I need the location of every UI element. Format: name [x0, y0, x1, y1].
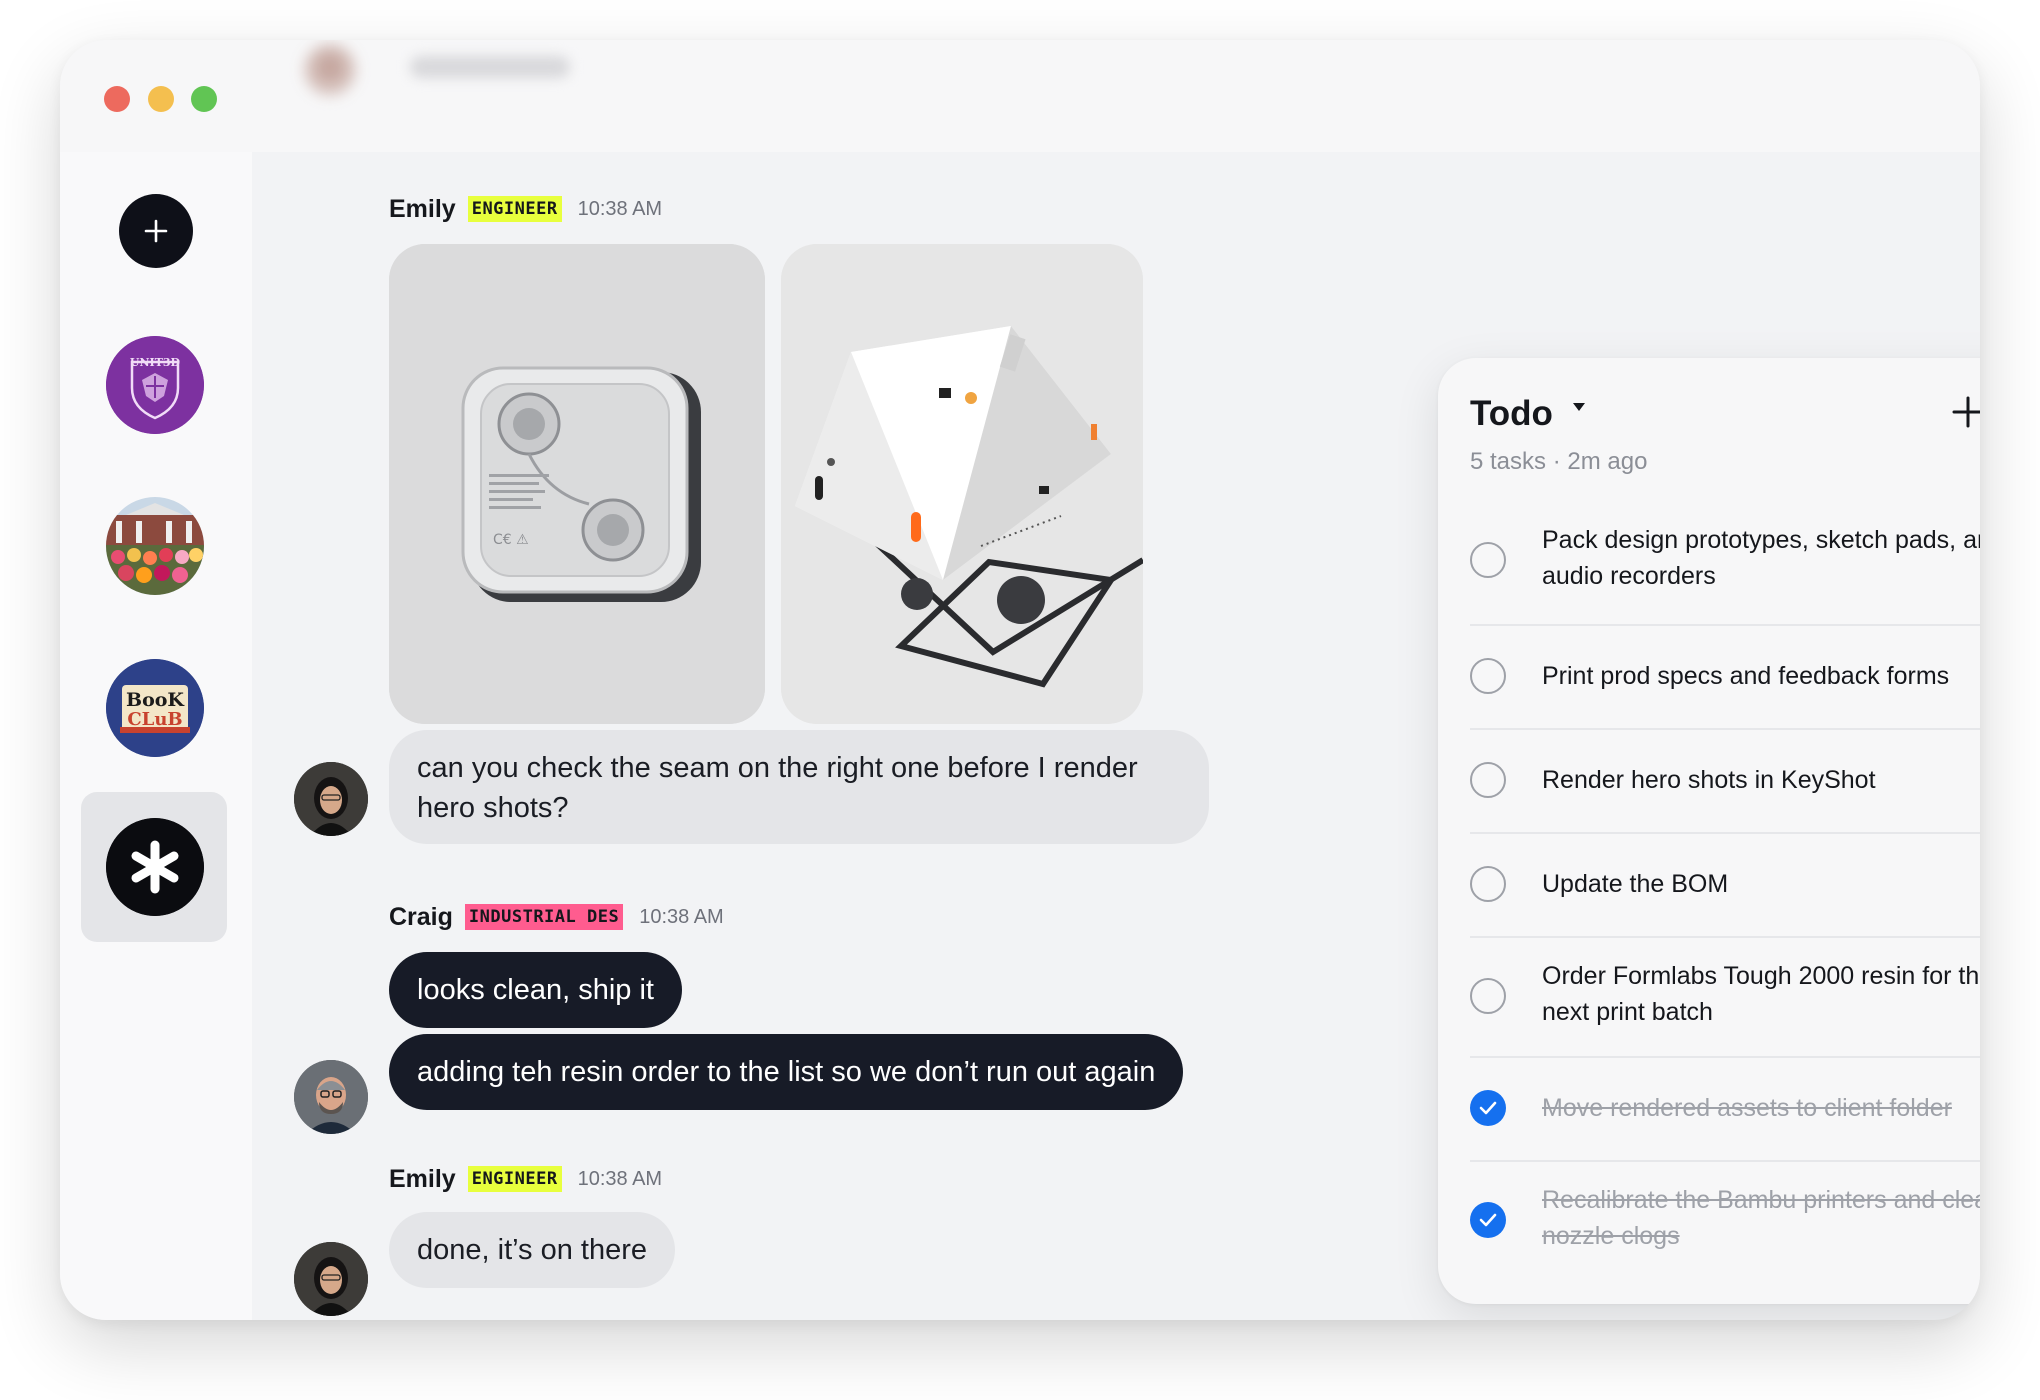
caret-down-icon[interactable] — [1572, 402, 1586, 412]
task-text: Move rendered assets to client folder — [1542, 1094, 1952, 1122]
message-bubble: adding teh resin order to the list so we… — [389, 1034, 1184, 1110]
message-bubble: can you check the seam on the right one … — [389, 730, 1209, 844]
close-window-button[interactable] — [104, 86, 130, 112]
avatar-craig[interactable] — [294, 1060, 368, 1134]
todo-item[interactable]: Print prod specs and feedback forms — [1470, 624, 1980, 730]
craig-avatar-photo — [294, 1060, 368, 1134]
todo-item[interactable]: Render hero shots in KeyShot — [1470, 728, 1980, 834]
message-header: Emily ENGINEER 10:38 AM — [389, 192, 662, 226]
avatar-emily[interactable] — [294, 762, 368, 836]
app-window: UNIT3D BooK CLuB Emily ENGINEER 10:38 AM… — [60, 40, 1980, 1320]
message-bubble: looks clean, ship it — [389, 952, 682, 1028]
message-header: Emily ENGINEER 10:38 AM — [389, 1162, 662, 1196]
task-text: Render hero shots in KeyShot — [1542, 766, 1876, 794]
timestamp: 10:38 AM — [577, 197, 663, 220]
svg-text:C€ ⚠: C€ ⚠ — [493, 532, 529, 548]
todo-item[interactable]: Update the BOM — [1470, 832, 1980, 938]
todo-item-done[interactable]: Recalibrate the Bambu printers and clear… — [1470, 1160, 1980, 1280]
todo-item[interactable]: Order Formlabs Tough 2000 resin for the … — [1470, 936, 1980, 1058]
blurred-channel-name — [410, 56, 570, 78]
server-sidebar: UNIT3D BooK CLuB — [60, 152, 252, 1320]
role-badge: ENGINEER — [467, 196, 562, 222]
asterisk-icon — [106, 818, 204, 916]
new-conversation-button[interactable] — [119, 194, 193, 268]
task-text: Update the BOM — [1542, 870, 1729, 898]
group-photo-image — [106, 497, 204, 595]
plus-icon — [144, 219, 168, 243]
svg-text:BooK: BooK — [126, 689, 185, 711]
crest-logo-icon: UNIT3D — [106, 336, 204, 434]
task-checkbox[interactable] — [1470, 542, 1506, 578]
attachment-image-clear-device[interactable]: C€ ⚠ — [389, 244, 765, 724]
server-photo-group[interactable] — [106, 497, 204, 595]
checkmark-icon — [1479, 1101, 1497, 1115]
timestamp: 10:38 AM — [639, 905, 724, 928]
todo-panel: Todo 5 tasks · 2m ago Pack design protot… — [1438, 358, 1980, 1304]
maximize-window-button[interactable] — [191, 86, 217, 112]
task-checkbox-checked[interactable] — [1470, 1090, 1506, 1126]
svg-text:CLuB: CLuB — [127, 709, 182, 730]
task-checkbox[interactable] — [1470, 866, 1506, 902]
clear-device-render: C€ ⚠ — [389, 244, 765, 724]
server-united-crest[interactable]: UNIT3D — [106, 336, 204, 434]
author-name[interactable]: Emily — [389, 1165, 456, 1194]
todo-item[interactable]: Pack design prototypes, sketch pads, and… — [1470, 496, 1980, 626]
title-bar — [60, 40, 1980, 152]
role-badge: ENGINEER — [467, 1166, 562, 1192]
crest-text: UNIT3D — [130, 356, 181, 369]
task-checkbox[interactable] — [1470, 978, 1506, 1014]
task-text: Pack design prototypes, sketch pads, and… — [1542, 526, 1980, 590]
author-name[interactable]: Emily — [389, 195, 456, 224]
task-checkbox[interactable] — [1470, 762, 1506, 798]
emily-avatar-photo — [294, 762, 368, 836]
role-badge: INDUSTRIAL DES — [464, 904, 624, 930]
minimize-window-button[interactable] — [148, 86, 174, 112]
book-club-logo-icon: BooK CLuB — [106, 659, 204, 757]
timestamp: 10:38 AM — [577, 1167, 663, 1190]
plus-icon[interactable] — [1948, 392, 1980, 432]
server-book-club[interactable]: BooK CLuB — [106, 659, 204, 757]
todo-title[interactable]: Todo — [1470, 394, 1553, 434]
server-asterisk[interactable] — [106, 818, 204, 916]
todo-subtitle: 5 tasks · 2m ago — [1470, 448, 1648, 475]
task-text: Print prod specs and feedback forms — [1542, 662, 1950, 690]
avatar-emily[interactable] — [294, 1242, 368, 1316]
task-checkbox-checked[interactable] — [1470, 1202, 1506, 1238]
task-checkbox[interactable] — [1470, 658, 1506, 694]
attachment-image-white-device[interactable] — [781, 244, 1143, 724]
todo-item-done[interactable]: Move rendered assets to client folder — [1470, 1056, 1980, 1162]
chat-area: Emily ENGINEER 10:38 AM C€ ⚠ can you che… — [252, 152, 1980, 1320]
task-text: Recalibrate the Bambu printers and clear… — [1542, 1186, 1980, 1250]
message-bubble: done, it’s on there — [389, 1212, 676, 1288]
checkmark-icon — [1479, 1213, 1497, 1227]
message-header: Craig INDUSTRIAL DES 10:38 AM — [389, 900, 724, 934]
white-device-render — [781, 244, 1143, 724]
task-text: Order Formlabs Tough 2000 resin for the … — [1542, 962, 1980, 1026]
emily-avatar-photo — [294, 1242, 368, 1316]
blurred-channel-avatar — [304, 44, 356, 96]
author-name[interactable]: Craig — [389, 903, 453, 932]
